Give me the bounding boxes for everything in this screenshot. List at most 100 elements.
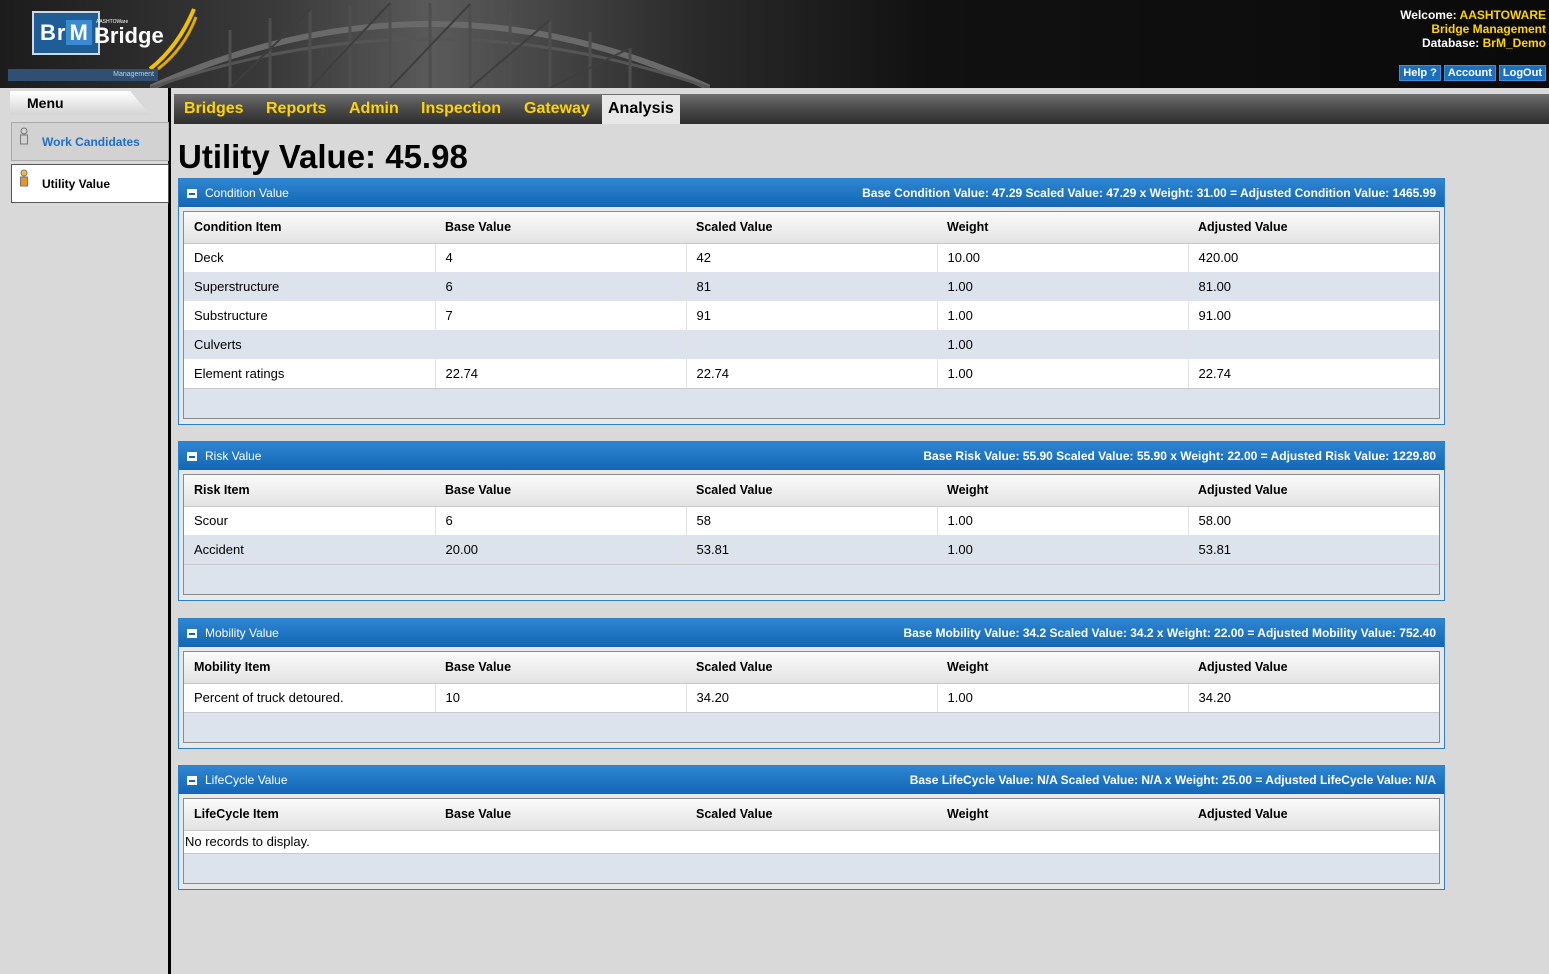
table-cell: Accident — [184, 535, 436, 564]
main-content: Utility Value: 45.98 Condition Value Bas… — [174, 124, 1549, 974]
table-cell — [435, 330, 687, 359]
column-header[interactable]: Base Value — [435, 799, 686, 831]
welcome-user: AASHTOWARE — [1459, 8, 1546, 22]
database-value: BrM_Demo — [1482, 36, 1546, 50]
grid-footer — [184, 853, 1439, 883]
table-row[interactable]: Superstructure 6 81 1.00 81.00 — [184, 272, 1439, 301]
table-row[interactable]: Deck 4 42 10.00 420.00 — [184, 243, 1439, 272]
sidebar-item-work-candidates[interactable]: Work Candidates — [11, 122, 169, 161]
table-row[interactable]: Percent of truck detoured. 10 34.20 1.00… — [184, 683, 1439, 712]
table-cell: 91 — [686, 301, 938, 330]
column-header[interactable]: Mobility Item — [184, 652, 435, 684]
grid-footer — [184, 564, 1439, 594]
condition-value-panel: Condition Value Base Condition Value: 47… — [178, 178, 1445, 425]
table-cell: 53.81 — [686, 535, 938, 564]
column-header[interactable]: Weight — [937, 212, 1188, 244]
menu-header: Menu — [10, 91, 160, 115]
column-header[interactable]: Condition Item — [184, 212, 435, 244]
column-header[interactable]: Scaled Value — [686, 799, 937, 831]
table-cell: Scour — [184, 506, 436, 535]
table-cell: Superstructure — [184, 272, 436, 301]
collapse-icon[interactable] — [187, 776, 197, 785]
app-header: Br M AASHTOWare Bridge Management Welcome… — [0, 0, 1549, 88]
table-cell: 81.00 — [1188, 272, 1439, 301]
left-menu: Menu Work Candidates Utility Value — [8, 88, 171, 974]
mobility-grid: Mobility Item Base Value Scaled Value We… — [183, 651, 1440, 743]
collapse-icon[interactable] — [187, 452, 197, 461]
mobility-value-panel: Mobility Value Base Mobility Value: 34.2… — [178, 618, 1445, 749]
column-header[interactable]: Weight — [937, 799, 1188, 831]
column-header[interactable]: Weight — [937, 652, 1188, 684]
collapse-icon[interactable] — [187, 629, 197, 638]
table-cell: Substructure — [184, 301, 436, 330]
table-row[interactable]: Accident 20.00 53.81 1.00 53.81 — [184, 535, 1439, 564]
tab-analysis[interactable]: Analysis — [602, 95, 680, 124]
table-cell: 22.74 — [435, 359, 687, 388]
column-header[interactable]: Adjusted Value — [1188, 799, 1439, 831]
table-cell: 1.00 — [937, 301, 1189, 330]
table-cell — [1188, 330, 1439, 359]
tab-bridges[interactable]: Bridges — [184, 100, 244, 118]
empty-row: No records to display. — [184, 830, 1439, 853]
table-cell: 22.74 — [1188, 359, 1439, 388]
menu-items: Work Candidates Utility Value — [11, 122, 169, 206]
table-row[interactable]: Culverts 1.00 — [184, 330, 1439, 359]
welcome-info: Welcome: AASHTOWARE Bridge Management Da… — [1400, 8, 1546, 50]
risk-grid: Risk Item Base Value Scaled Value Weight… — [183, 474, 1440, 595]
brm-logo: Br M AASHTOWare Bridge Management — [8, 3, 198, 83]
tab-reports[interactable]: Reports — [266, 100, 326, 118]
column-header[interactable]: Weight — [937, 475, 1188, 507]
table-cell: 1.00 — [937, 683, 1189, 712]
panel-header: Risk Value Base Risk Value: 55.90 Scaled… — [179, 442, 1444, 470]
logout-link[interactable]: LogOut — [1498, 65, 1546, 81]
column-header[interactable]: Base Value — [435, 475, 686, 507]
account-link[interactable]: Account — [1443, 65, 1496, 81]
grid-footer — [184, 388, 1439, 418]
logo-management-bar: Management — [8, 69, 158, 81]
panel-summary: Base Mobility Value: 34.2 Scaled Value: … — [903, 626, 1436, 640]
brm-logo-badge: Br M — [32, 11, 100, 55]
panel-title: Risk Value — [205, 449, 262, 463]
panel-header: LifeCycle Value Base LifeCycle Value: N/… — [179, 766, 1444, 794]
help-link[interactable]: Help ? — [1399, 65, 1441, 81]
page-title: Utility Value: 45.98 — [178, 138, 468, 175]
collapse-icon[interactable] — [187, 189, 197, 198]
table-cell: 420.00 — [1188, 243, 1439, 272]
table-cell: 22.74 — [686, 359, 938, 388]
table-cell: 6 — [435, 506, 687, 535]
table-row[interactable]: Element ratings 22.74 22.74 1.00 22.74 — [184, 359, 1439, 388]
table-cell: 4 — [435, 243, 687, 272]
tab-gateway[interactable]: Gateway — [524, 100, 590, 118]
header-links: Help ? Account LogOut — [1399, 65, 1546, 81]
table-cell: 34.20 — [1188, 683, 1439, 712]
table-row[interactable]: Substructure 7 91 1.00 91.00 — [184, 301, 1439, 330]
panel-title: Mobility Value — [205, 626, 279, 640]
condition-grid: Condition Item Base Value Scaled Value W… — [183, 211, 1440, 419]
table-cell: 34.20 — [686, 683, 938, 712]
table-cell: Culverts — [184, 330, 436, 359]
column-header[interactable]: Adjusted Value — [1188, 652, 1439, 684]
column-header[interactable]: Base Value — [435, 212, 686, 244]
column-header[interactable]: Scaled Value — [686, 652, 937, 684]
menu-title: Menu — [27, 95, 64, 111]
tab-admin[interactable]: Admin — [349, 100, 399, 118]
person-icon — [20, 127, 28, 144]
column-header[interactable]: Adjusted Value — [1188, 475, 1439, 507]
table-row[interactable]: Scour 6 58 1.00 58.00 — [184, 506, 1439, 535]
column-header[interactable]: Base Value — [435, 652, 686, 684]
table-cell: 58 — [686, 506, 938, 535]
table-cell: 20.00 — [435, 535, 687, 564]
sidebar-item-utility-value[interactable]: Utility Value — [11, 164, 169, 203]
column-header[interactable]: LifeCycle Item — [184, 799, 435, 831]
table-cell: 1.00 — [937, 359, 1189, 388]
column-header[interactable]: Scaled Value — [686, 475, 937, 507]
column-header[interactable]: Risk Item — [184, 475, 435, 507]
table-cell: 10.00 — [937, 243, 1189, 272]
no-records-message: No records to display. — [184, 830, 1439, 853]
grid-footer — [184, 712, 1439, 742]
column-header[interactable]: Scaled Value — [686, 212, 937, 244]
tab-inspection[interactable]: Inspection — [421, 100, 501, 118]
person-icon — [20, 169, 28, 186]
column-header[interactable]: Adjusted Value — [1188, 212, 1439, 244]
panel-title: LifeCycle Value — [205, 773, 288, 787]
